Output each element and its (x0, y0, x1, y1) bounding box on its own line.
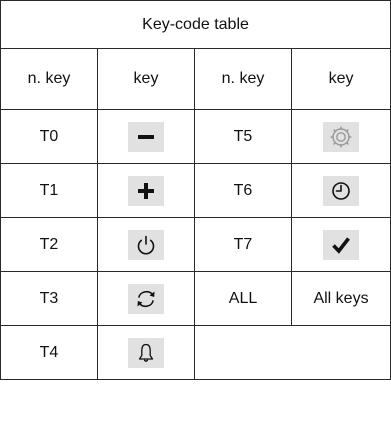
key-icon-cell (97, 217, 195, 272)
key-icon-cell (290, 109, 391, 164)
plus-icon (128, 175, 164, 206)
key-code-cell: T7 (194, 217, 292, 272)
key-code-table: Key-code table n. key key n. key key T0 (0, 0, 391, 380)
column-header-n-key-right: n. key (194, 48, 292, 110)
key-icon-cell (290, 163, 391, 218)
table-row: T1 T6 (0, 163, 391, 218)
column-header-key-right: key (290, 48, 391, 110)
table-title: Key-code table (0, 0, 391, 49)
key-code-cell: T6 (194, 163, 292, 218)
table-title-row: Key-code table (0, 0, 391, 49)
key-icon-cell (97, 109, 195, 164)
column-header-key-left: key (97, 48, 195, 110)
clock-icon (323, 175, 360, 206)
key-code-cell: T3 (0, 271, 98, 326)
key-description-cell: All keys (290, 271, 391, 326)
key-code-cell: T4 (0, 325, 98, 380)
refresh-cycle-icon (128, 283, 164, 314)
power-icon (128, 229, 164, 260)
key-icon-cell (97, 325, 195, 380)
minus-icon (128, 121, 164, 152)
checkmark-icon (323, 229, 360, 260)
key-code-cell: T0 (0, 109, 98, 164)
column-header-n-key-left: n. key (0, 48, 98, 110)
key-icon-cell (290, 217, 391, 272)
empty-cell (193, 325, 391, 380)
key-icon-cell (97, 271, 195, 326)
key-code-cell: T1 (0, 163, 98, 218)
key-code-cell: ALL (194, 271, 292, 326)
table-header-row: n. key key n. key key (0, 48, 391, 110)
table-row: T3 ALL All keys (0, 271, 391, 326)
table-row: T0 T5 (0, 109, 391, 164)
key-code-cell: T5 (194, 109, 292, 164)
key-code-page: Key-code table n. key key n. key key T0 (0, 0, 391, 432)
bell-icon (128, 337, 164, 368)
key-code-cell: T2 (0, 217, 98, 272)
table-row: T4 (0, 325, 391, 380)
settings-gear-icon (323, 121, 360, 152)
table-row: T2 T7 (0, 217, 391, 272)
key-icon-cell (97, 163, 195, 218)
